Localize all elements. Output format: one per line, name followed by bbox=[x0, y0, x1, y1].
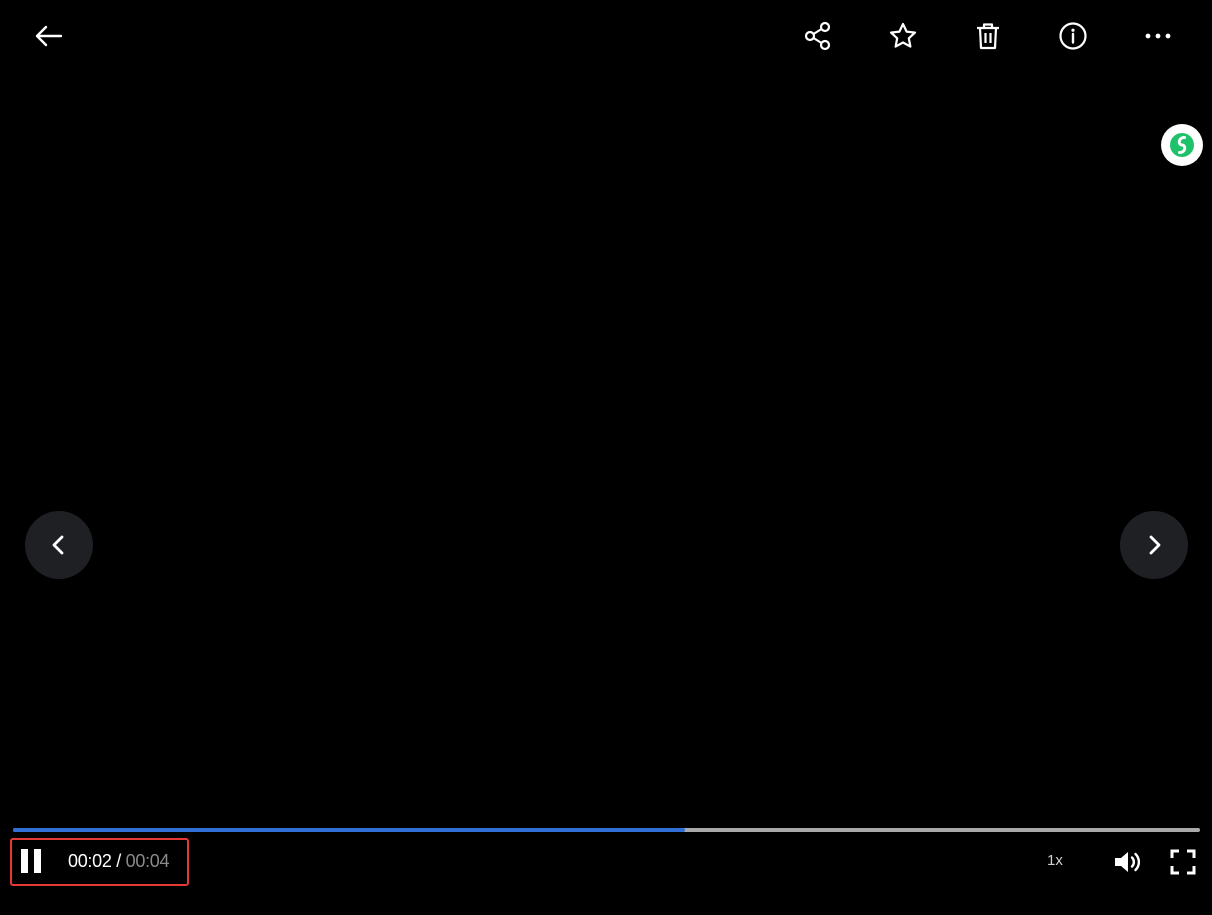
more-horizontal-icon bbox=[1145, 33, 1171, 39]
total-time: 00:04 bbox=[125, 851, 170, 871]
previous-button[interactable] bbox=[25, 511, 93, 579]
volume-icon bbox=[1115, 852, 1141, 872]
current-time: 00:02 bbox=[68, 851, 112, 871]
more-options-button[interactable] bbox=[1140, 18, 1176, 54]
time-display: 00:02 / 00:04 bbox=[68, 850, 170, 872]
favorite-button[interactable] bbox=[885, 18, 921, 54]
progress-played bbox=[13, 828, 685, 832]
assistant-badge-icon bbox=[1170, 133, 1194, 157]
chevron-right-icon bbox=[1149, 535, 1161, 555]
back-button[interactable] bbox=[30, 20, 66, 52]
next-button[interactable] bbox=[1120, 511, 1188, 579]
progress-bar[interactable] bbox=[13, 828, 1200, 832]
assistant-badge[interactable] bbox=[1161, 124, 1203, 166]
share-icon bbox=[804, 21, 831, 51]
fullscreen-button[interactable] bbox=[1168, 847, 1198, 877]
play-pause-button[interactable] bbox=[18, 847, 44, 875]
info-button[interactable] bbox=[1055, 18, 1091, 54]
media-viewer: 00:02 / 00:04 1x bbox=[0, 0, 1212, 915]
trash-icon bbox=[977, 23, 999, 50]
arrow-left-icon bbox=[35, 25, 63, 47]
star-icon bbox=[889, 22, 917, 48]
fullscreen-icon bbox=[1170, 849, 1196, 875]
share-button[interactable] bbox=[800, 18, 836, 54]
delete-button[interactable] bbox=[970, 18, 1006, 54]
volume-button[interactable] bbox=[1111, 848, 1143, 876]
playback-speed-button[interactable]: 1x bbox=[1047, 852, 1063, 869]
time-separator: / bbox=[111, 851, 126, 871]
pause-icon bbox=[21, 849, 41, 873]
info-icon bbox=[1059, 22, 1087, 50]
chevron-left-icon bbox=[52, 535, 64, 555]
